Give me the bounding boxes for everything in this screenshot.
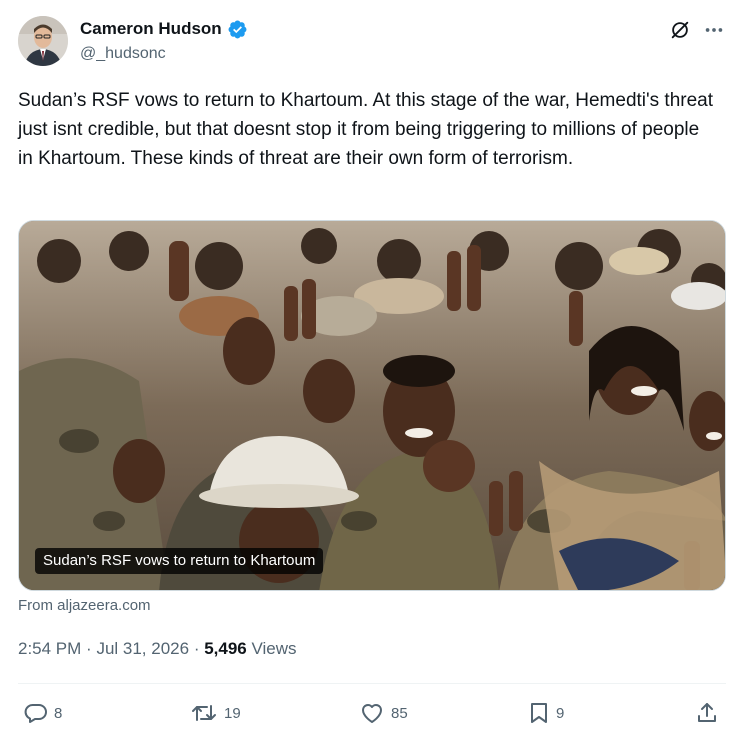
reply-button[interactable]: 8	[24, 696, 62, 730]
tweet-date[interactable]: Jul 31, 2026	[96, 639, 189, 658]
author-handle[interactable]: @_hudsonc	[80, 44, 166, 64]
verified-badge-icon	[227, 19, 248, 40]
repost-icon	[190, 701, 218, 725]
link-source[interactable]: From aljazeera.com	[18, 596, 151, 616]
bookmark-count: 9	[556, 704, 565, 722]
share-button[interactable]	[695, 696, 719, 730]
more-icon[interactable]	[703, 19, 725, 46]
like-button[interactable]: 85	[359, 696, 408, 730]
divider	[18, 683, 726, 684]
media-caption: Sudan’s RSF vows to return to Khartoum	[35, 548, 324, 574]
separator: ·	[86, 639, 97, 658]
tweet-meta: 2:54 PM · Jul 31, 2026 · 5,496 Views	[18, 638, 297, 660]
tweet-text: Sudan’s RSF vows to return to Khartoum. …	[18, 90, 714, 169]
like-icon	[359, 701, 385, 725]
share-icon	[695, 701, 719, 725]
views-label: Views	[251, 639, 297, 658]
separator: ·	[193, 639, 205, 658]
reply-count: 8	[54, 704, 63, 722]
reply-icon	[24, 701, 48, 725]
grok-icon[interactable]	[669, 19, 691, 46]
media-photo	[19, 221, 725, 590]
like-count: 85	[391, 704, 408, 722]
bookmark-icon	[528, 701, 550, 725]
views-count: 5,496	[204, 639, 247, 658]
repost-button[interactable]: 19	[190, 696, 241, 730]
avatar[interactable]	[18, 16, 68, 66]
author-display-name[interactable]: Cameron Hudson	[80, 18, 222, 40]
tweet-time[interactable]: 2:54 PM	[18, 639, 81, 658]
media-card[interactable]: Sudan’s RSF vows to return to Khartoum	[18, 220, 726, 591]
action-bar: 8 19 85 9	[0, 696, 745, 730]
bookmark-button[interactable]: 9	[528, 696, 564, 730]
repost-count: 19	[224, 704, 241, 722]
author-name-row[interactable]: Cameron Hudson	[80, 18, 248, 40]
